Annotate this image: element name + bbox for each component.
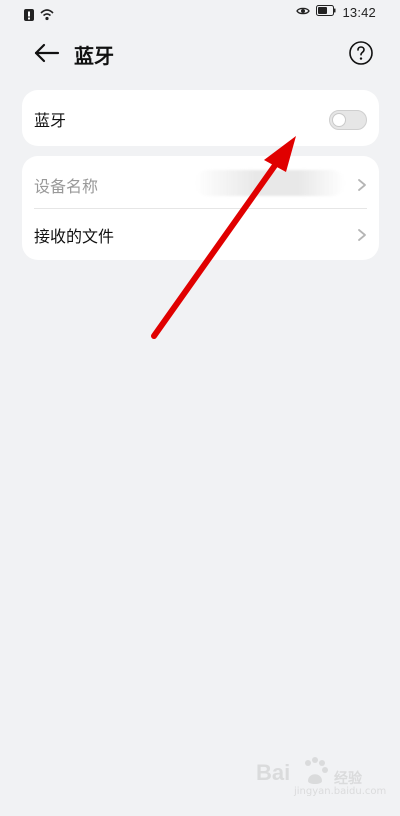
device-name-value-blurred	[195, 170, 345, 196]
bluetooth-row: 蓝牙	[22, 92, 379, 144]
watermark-brand: Bai	[256, 760, 291, 785]
watermark-logo: Bai 经验 jingyan.baidu.com	[256, 750, 386, 800]
status-bar: 13:42	[0, 0, 400, 28]
arrow-left-icon	[28, 43, 62, 72]
battery-icon	[316, 5, 336, 20]
question-circle-icon	[348, 41, 374, 70]
received-files-row[interactable]: 接收的文件	[22, 208, 379, 260]
chevron-right-icon	[357, 177, 367, 191]
header: 蓝牙	[0, 34, 400, 74]
help-button[interactable]	[348, 40, 374, 66]
bluetooth-card: 蓝牙	[22, 90, 379, 146]
status-time: 13:42	[342, 5, 376, 20]
eye-icon	[296, 5, 311, 20]
wifi-icon	[40, 6, 54, 25]
toggle-knob	[332, 113, 346, 127]
device-name-row[interactable]: 设备名称	[22, 158, 379, 210]
page-title: 蓝牙	[74, 44, 114, 68]
bluetooth-label: 蓝牙	[34, 111, 67, 130]
status-right: 13:42	[296, 5, 376, 20]
settings-card: 设备名称 接收的文件	[22, 156, 379, 260]
back-button[interactable]	[28, 38, 62, 68]
bluetooth-toggle[interactable]	[329, 110, 367, 130]
status-left	[24, 6, 54, 25]
watermark-suffix: 经验	[334, 770, 362, 786]
received-files-label: 接收的文件	[34, 227, 115, 246]
device-name-label: 设备名称	[34, 177, 99, 196]
paw-icon	[305, 757, 328, 784]
chevron-right-icon	[357, 227, 367, 241]
alert-icon	[24, 6, 34, 25]
